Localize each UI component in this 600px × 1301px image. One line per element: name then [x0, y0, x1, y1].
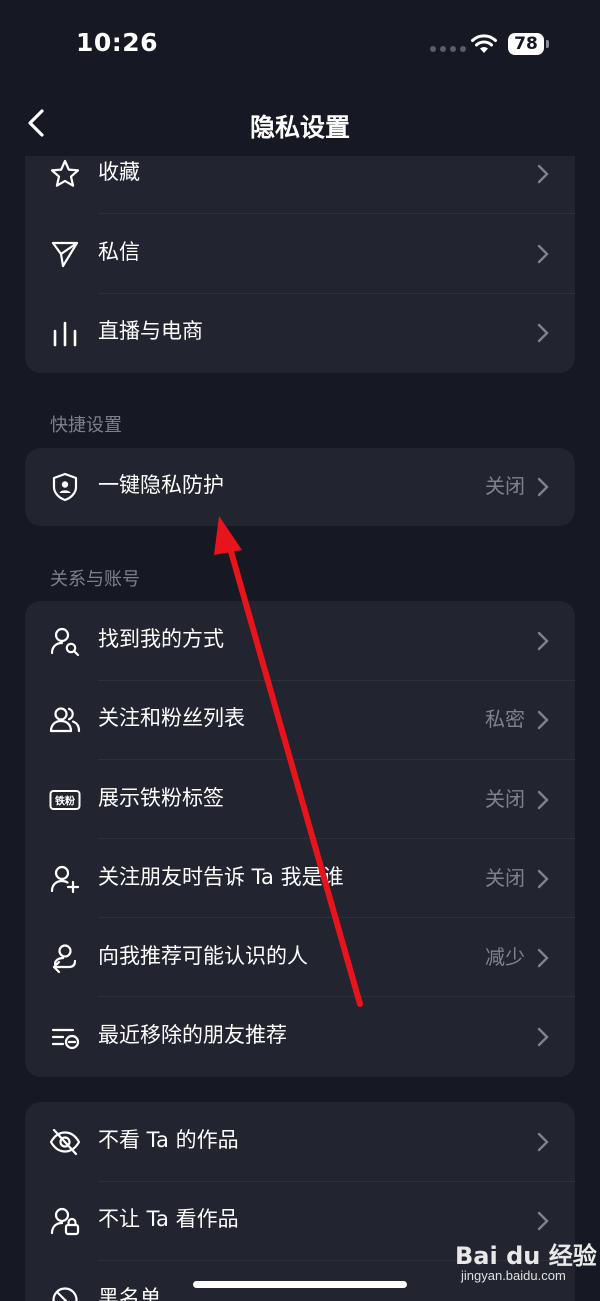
settings-row-label: 不让 Ta 看作品: [98, 1207, 239, 1231]
chevron-right-icon: [537, 631, 549, 651]
chevron-right-icon: [537, 477, 549, 497]
list-remove-icon: [51, 1028, 80, 1050]
iron-fan-badge-icon: 铁粉: [49, 790, 81, 810]
relations-card: 找到我的方式 关注和粉丝列表 私密 铁粉 展示铁粉标签 关闭 关注朋友时告诉 T…: [25, 601, 575, 1077]
status-time: 10:26: [76, 28, 159, 57]
settings-row-label: 关注和粉丝列表: [98, 706, 245, 730]
send-icon: [51, 241, 79, 268]
chevron-right-icon: [537, 869, 549, 889]
settings-row-messages[interactable]: 私信: [25, 214, 575, 294]
chevron-right-icon: [537, 710, 549, 730]
battery-tip: [546, 40, 549, 48]
settings-row-label: 找到我的方式: [98, 627, 224, 651]
content-settings-card: 收藏 私信 直播与电商: [25, 156, 575, 373]
settings-row-follow-fans-list[interactable]: 关注和粉丝列表 私密: [25, 680, 575, 760]
chevron-right-icon: [537, 1211, 549, 1231]
settings-row-iron-fan-badge[interactable]: 铁粉 展示铁粉标签 关闭: [25, 760, 575, 840]
settings-row-label: 私信: [98, 240, 140, 264]
chevron-right-icon: [537, 1132, 549, 1152]
user-add-icon: [50, 865, 80, 894]
section-header-quick: 快捷设置: [50, 415, 122, 436]
settings-row-label: 直播与电商: [98, 319, 203, 343]
status-bar: 10:26 78: [0, 0, 600, 90]
eye-off-icon: [49, 1128, 81, 1156]
shield-user-icon: [52, 472, 78, 502]
settings-row-favorites[interactable]: 收藏: [25, 156, 575, 214]
section-header-relations: 关系与账号: [50, 569, 140, 590]
settings-row-hide-their-works[interactable]: 不看 Ta 的作品: [25, 1102, 575, 1182]
user-recommend-icon: [52, 944, 77, 974]
settings-row-label: 黑名单: [98, 1286, 161, 1301]
chevron-right-icon: [537, 244, 549, 264]
svg-text:铁粉: 铁粉: [55, 795, 75, 808]
users-icon: [49, 707, 81, 733]
settings-row-value: 关闭: [485, 474, 525, 498]
settings-row-label: 向我推荐可能认识的人: [98, 944, 308, 968]
user-lock-icon: [50, 1207, 80, 1236]
settings-row-one-key-privacy[interactable]: 一键隐私防护 关闭: [25, 448, 575, 526]
settings-row-label: 展示铁粉标签: [98, 786, 224, 810]
settings-row-value: 减少: [485, 945, 525, 969]
nav-bar: 隐私设置: [0, 90, 600, 156]
settings-row-value: 私密: [485, 707, 525, 731]
block-icon: [52, 1287, 78, 1301]
chevron-right-icon: [537, 790, 549, 810]
settings-row-label: 不看 Ta 的作品: [98, 1128, 239, 1152]
wifi-icon: [471, 34, 497, 53]
settings-row-tell-who-i-am[interactable]: 关注朋友时告诉 Ta 我是谁 关闭: [25, 839, 575, 919]
settings-row-label: 收藏: [98, 160, 140, 184]
settings-row-label: 一键隐私防护: [98, 473, 224, 497]
chevron-right-icon: [537, 948, 549, 968]
chevron-right-icon: [537, 164, 549, 184]
user-search-icon: [50, 627, 80, 657]
chevron-right-icon: [537, 323, 549, 343]
watermark-logo: Bai du 经验: [455, 1242, 597, 1270]
cellular-signal-icon: [430, 46, 466, 52]
settings-row-removed-recommendations[interactable]: 最近移除的朋友推荐: [25, 997, 575, 1077]
settings-row-label: 最近移除的朋友推荐: [98, 1023, 287, 1047]
home-indicator[interactable]: [193, 1281, 407, 1288]
settings-row-live-commerce[interactable]: 直播与电商: [25, 293, 575, 373]
baidu-jingyan-watermark: Bai du 经验 jingyan.baidu.com: [455, 1236, 597, 1292]
settings-row-label: 关注朋友时告诉 Ta 我是谁: [98, 865, 344, 889]
settings-row-recommend-people[interactable]: 向我推荐可能认识的人 减少: [25, 918, 575, 998]
chevron-right-icon: [537, 1027, 549, 1047]
settings-row-find-me[interactable]: 找到我的方式: [25, 601, 575, 681]
page-title: 隐私设置: [249, 113, 350, 142]
bar-chart-icon: [53, 321, 77, 347]
quick-settings-card: 一键隐私防护 关闭: [25, 448, 575, 526]
settings-row-value: 关闭: [485, 866, 525, 890]
battery-icon: 78: [508, 33, 544, 55]
watermark-url: jingyan.baidu.com: [461, 1268, 566, 1283]
settings-row-value: 关闭: [485, 787, 525, 811]
star-icon: [50, 159, 80, 187]
